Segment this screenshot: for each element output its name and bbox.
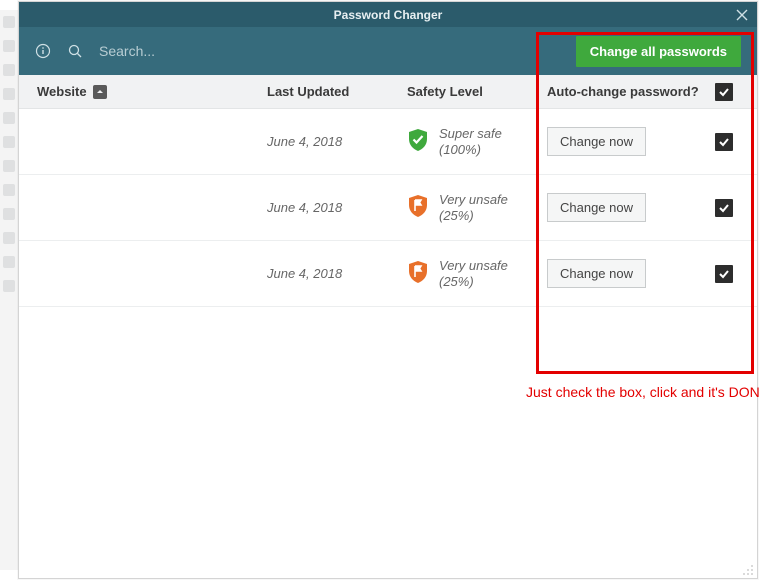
change-now-button[interactable]: Change now: [547, 259, 646, 288]
titlebar: Password Changer: [19, 2, 757, 27]
cell-action: Change now: [547, 193, 711, 222]
table-row: June 4, 2018 Very unsafe (25%) Change no…: [19, 175, 757, 241]
resize-grip-icon[interactable]: [742, 563, 754, 575]
window-title: Password Changer: [334, 8, 443, 22]
safety-label: Very unsafe: [439, 258, 508, 274]
cell-action: Change now: [547, 259, 711, 288]
table-body: June 4, 2018 Super safe (100%) Change no…: [19, 109, 757, 307]
safety-label: Very unsafe: [439, 192, 508, 208]
column-header-last-updated[interactable]: Last Updated: [267, 84, 407, 99]
cell-last-updated: June 4, 2018: [267, 266, 407, 281]
close-icon[interactable]: [735, 8, 749, 22]
table-row: June 4, 2018 Super safe (100%) Change no…: [19, 109, 757, 175]
cell-last-updated: June 4, 2018: [267, 134, 407, 149]
column-header-website[interactable]: Website: [37, 84, 267, 99]
cell-safety: Super safe (100%): [407, 126, 547, 157]
shield-flag-icon: [407, 260, 429, 287]
cell-safety: Very unsafe (25%): [407, 258, 547, 289]
shield-check-icon: [407, 128, 429, 155]
column-header-website-label: Website: [37, 84, 87, 99]
select-all-checkbox[interactable]: [715, 83, 733, 101]
change-all-passwords-button[interactable]: Change all passwords: [576, 36, 741, 67]
toolbar: Change all passwords: [19, 27, 757, 75]
column-header-safety[interactable]: Safety Level: [407, 84, 547, 99]
cell-action: Change now: [547, 127, 711, 156]
search-icon[interactable]: [67, 43, 83, 59]
table-row: June 4, 2018 Very unsafe (25%) Change no…: [19, 241, 757, 307]
password-changer-window: Password Changer Change all passwords We…: [18, 1, 758, 579]
search-input[interactable]: [99, 43, 560, 59]
change-now-button[interactable]: Change now: [547, 127, 646, 156]
table-header: Website Last Updated Safety Level Auto-c…: [19, 75, 757, 109]
row-checkbox[interactable]: [715, 199, 733, 217]
safety-label: Super safe: [439, 126, 502, 142]
row-checkbox[interactable]: [715, 133, 733, 151]
cell-last-updated: June 4, 2018: [267, 200, 407, 215]
safety-percent: (25%): [439, 208, 508, 224]
row-checkbox[interactable]: [715, 265, 733, 283]
column-header-auto-change[interactable]: Auto-change password?: [547, 84, 711, 99]
safety-percent: (100%): [439, 142, 502, 158]
shield-flag-icon: [407, 194, 429, 221]
background-sidebar: [0, 10, 18, 570]
safety-percent: (25%): [439, 274, 508, 290]
change-now-button[interactable]: Change now: [547, 193, 646, 222]
annotation-caption: Just check the box, click and it's DONE!: [513, 384, 759, 400]
sort-indicator-icon: [93, 85, 107, 99]
cell-safety: Very unsafe (25%): [407, 192, 547, 223]
info-icon[interactable]: [35, 43, 51, 59]
